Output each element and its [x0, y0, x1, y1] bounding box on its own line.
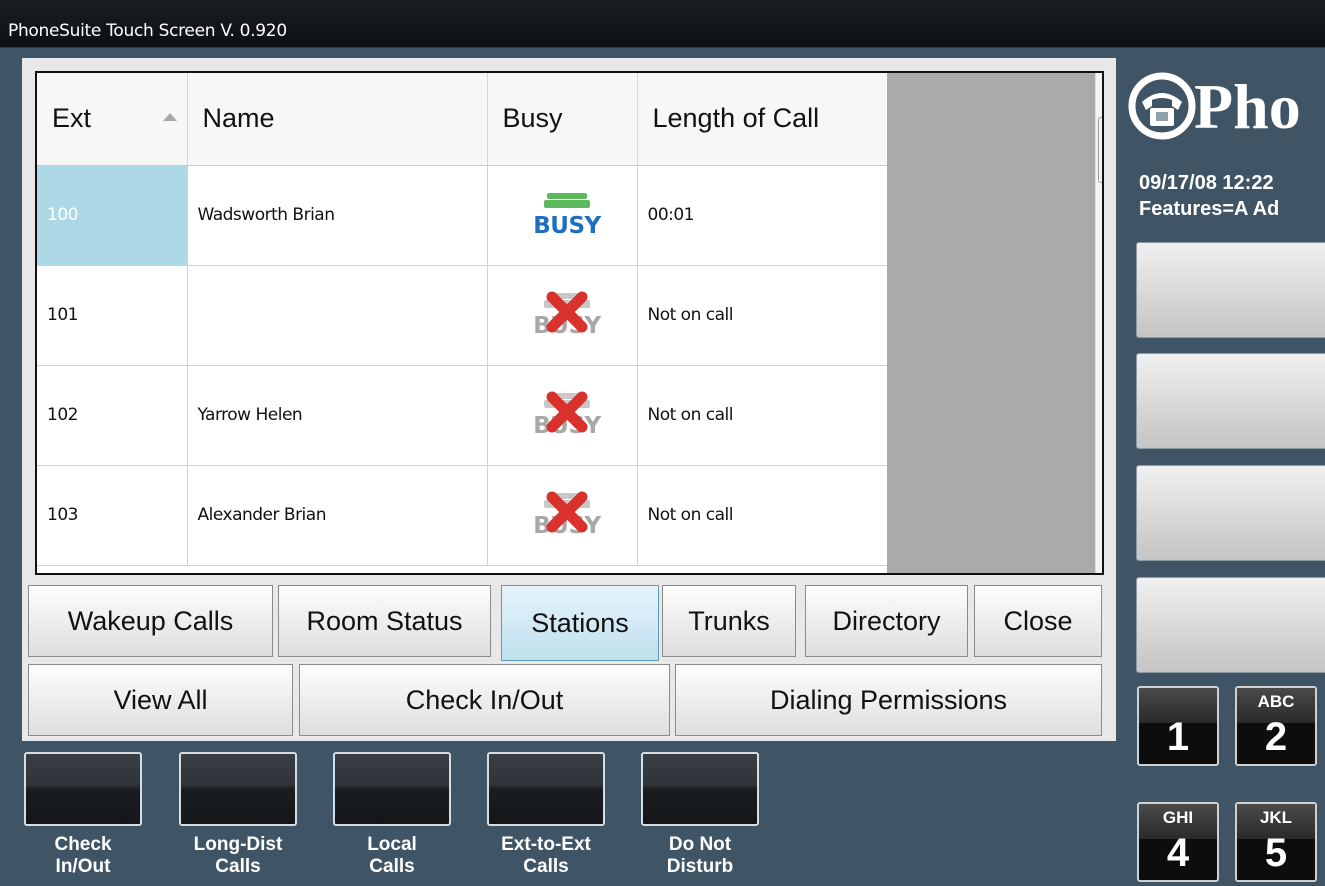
not-busy-icon: BUSY: [533, 391, 602, 439]
key-number: 4: [1166, 831, 1190, 875]
cell-length[interactable]: Not on call: [637, 365, 888, 466]
busy-phone-icon: BUSY: [533, 193, 602, 239]
label-line: Long-Dist: [193, 834, 283, 855]
cell-name[interactable]: [187, 265, 488, 366]
check-in-out-button[interactable]: Check In/Out: [299, 664, 670, 736]
label-line: Calls: [523, 856, 569, 877]
grid-empty-area: [887, 73, 1095, 573]
table-header-row: Ext Name Busy Length of Call: [37, 73, 888, 166]
cell-length[interactable]: 00:01: [637, 165, 888, 266]
close-button[interactable]: Close: [974, 585, 1102, 657]
dialing-permissions-button[interactable]: Dialing Permissions: [675, 664, 1102, 736]
label-line: In/Out: [55, 856, 111, 877]
cell-name[interactable]: Wadsworth Brian: [187, 165, 488, 266]
label-line: Ext-to-Ext: [501, 834, 591, 855]
tab-stations[interactable]: Stations: [501, 585, 659, 661]
tab-trunks[interactable]: Trunks: [662, 585, 796, 657]
logo-text: Pho: [1194, 71, 1301, 142]
stations-grid[interactable]: Ext Name Busy Length of Call 100 Wadswor…: [35, 71, 1104, 575]
keypad-key-4[interactable]: GHI 4: [1137, 802, 1219, 882]
side-button-4[interactable]: [1136, 577, 1325, 673]
long-dist-calls-key[interactable]: [179, 752, 297, 826]
busy-text: BUSY: [533, 213, 601, 239]
scrollbar-thumb[interactable]: [1098, 117, 1102, 183]
label-line: Check: [54, 834, 112, 855]
cell-busy[interactable]: BUSY: [487, 365, 638, 466]
tab-room-status[interactable]: Room Status: [278, 585, 491, 657]
not-busy-icon: BUSY: [533, 491, 602, 539]
cell-ext[interactable]: 101: [37, 265, 188, 366]
cell-name[interactable]: Yarrow Helen: [187, 365, 488, 466]
ext-to-ext-calls-key[interactable]: [487, 752, 605, 826]
cell-ext[interactable]: 103: [37, 465, 188, 566]
sort-ascending-icon: [162, 113, 177, 122]
ext-to-ext-calls-key-label: Ext-to-Ext Calls: [487, 834, 605, 878]
do-not-disturb-key-label: Do Not Disturb: [641, 834, 759, 878]
check-in-out-key-label: Check In/Out: [24, 834, 142, 878]
keypad-key-1[interactable]: 1: [1137, 686, 1219, 766]
cell-busy[interactable]: BUSY: [487, 465, 638, 566]
column-header-busy[interactable]: Busy: [487, 73, 638, 166]
features-display: Features=A Ad: [1139, 198, 1280, 220]
label-line: Do Not: [668, 834, 732, 855]
do-not-disturb-key[interactable]: [641, 752, 759, 826]
phonesuite-logo-icon: [1128, 72, 1196, 140]
keypad-key-2[interactable]: ABC 2: [1235, 686, 1317, 766]
column-header-ext-label: Ext: [52, 103, 92, 134]
check-in-out-key[interactable]: [24, 752, 142, 826]
table-row[interactable]: 102 Yarrow Helen BUSY Not on call: [37, 365, 888, 466]
scroll-up-icon[interactable]: ▲: [1097, 79, 1102, 105]
window-title: PhoneSuite Touch Screen V. 0.920: [8, 21, 287, 41]
label-line: Calls: [369, 856, 415, 877]
cell-ext[interactable]: 100: [37, 165, 188, 266]
table-row[interactable]: 100 Wadsworth Brian BUSY 00:01: [37, 165, 888, 266]
cell-length[interactable]: Not on call: [637, 465, 888, 566]
key-letters: ABC: [1257, 692, 1295, 711]
tab-directory[interactable]: Directory: [805, 585, 968, 657]
tab-wakeup-calls[interactable]: Wakeup Calls: [28, 585, 273, 657]
label-line: Local: [367, 834, 417, 855]
column-header-ext[interactable]: Ext: [37, 73, 188, 166]
not-busy-icon: BUSY: [533, 291, 602, 339]
side-button-2[interactable]: [1136, 353, 1325, 449]
keypad-key-5[interactable]: JKL 5: [1235, 802, 1317, 882]
cell-busy[interactable]: BUSY: [487, 265, 638, 366]
key-letters: GHI: [1162, 808, 1194, 827]
datetime-display: 09/17/08 12:22: [1139, 172, 1274, 194]
label-line: Calls: [215, 856, 261, 877]
scroll-down-icon[interactable]: ▼: [1097, 543, 1102, 569]
view-all-button[interactable]: View All: [28, 664, 293, 736]
long-dist-calls-key-label: Long-Dist Calls: [179, 834, 297, 878]
stations-table: Ext Name Busy Length of Call 100 Wadswor…: [37, 73, 888, 566]
key-number: 2: [1264, 715, 1288, 759]
side-button-3[interactable]: [1136, 465, 1325, 561]
cell-ext[interactable]: 102: [37, 365, 188, 466]
key-number: 5: [1264, 831, 1288, 875]
cell-busy[interactable]: BUSY: [487, 165, 638, 266]
cell-name[interactable]: Alexander Brian: [187, 465, 488, 566]
local-calls-key[interactable]: [333, 752, 451, 826]
local-calls-key-label: Local Calls: [333, 834, 451, 878]
column-header-name[interactable]: Name: [187, 73, 488, 166]
label-line: Disturb: [666, 856, 734, 877]
table-row[interactable]: 101 BUSY Not on call: [37, 265, 888, 366]
column-header-length[interactable]: Length of Call: [637, 73, 888, 166]
table-row[interactable]: 103 Alexander Brian BUSY Not on call: [37, 465, 888, 566]
key-number: 1: [1166, 715, 1190, 759]
title-bar: PhoneSuite Touch Screen V. 0.920: [0, 0, 1325, 48]
cell-length[interactable]: Not on call: [637, 265, 888, 366]
side-button-1[interactable]: [1136, 242, 1325, 338]
key-letters: JKL: [1259, 808, 1293, 827]
